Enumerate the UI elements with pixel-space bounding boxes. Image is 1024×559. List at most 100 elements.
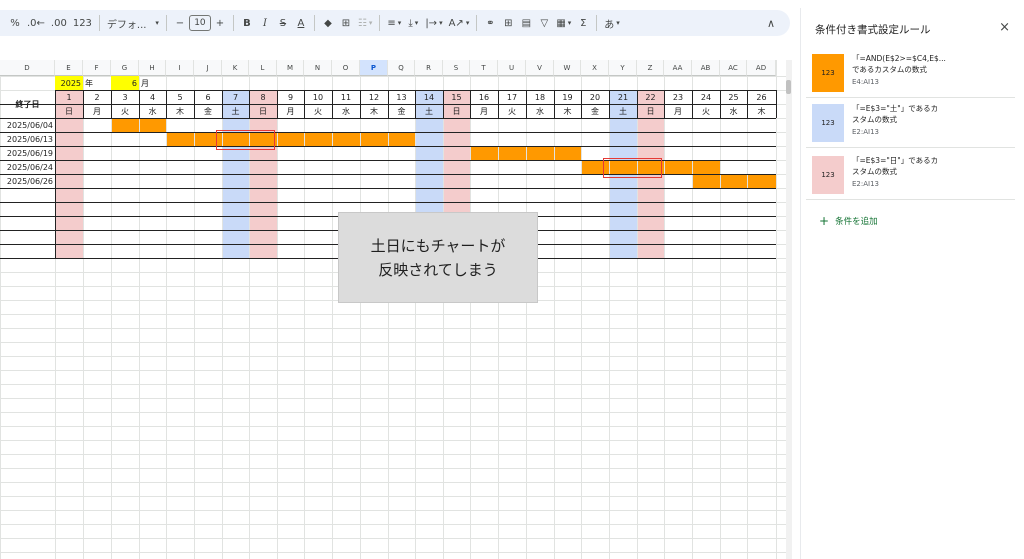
horizontal-align-icon[interactable]: ≡ ▾	[384, 13, 404, 33]
day-number-cell[interactable]: 9	[277, 90, 304, 104]
weekday-cell[interactable]: 火	[111, 104, 139, 118]
day-number-cell[interactable]: 3	[111, 90, 139, 104]
weekday-cell[interactable]: 金	[581, 104, 609, 118]
increase-font-size-button[interactable]: +	[211, 13, 229, 33]
day-number-cell[interactable]: 2	[83, 90, 111, 104]
end-date-cell[interactable]: 2025/06/19	[0, 146, 55, 160]
borders-icon[interactable]: ⊞	[337, 13, 355, 33]
column-header-m[interactable]: M	[277, 60, 304, 76]
decrease-font-size-button[interactable]: −	[171, 13, 189, 33]
insert-chart-icon[interactable]: ▤	[517, 13, 535, 33]
day-number-cell[interactable]: 25	[720, 90, 747, 104]
format-rule-card[interactable]: 123 「=E$3="日"」であるカ スタムの数式 E2:AI13	[806, 150, 1015, 200]
format-rule-card[interactable]: 123 「=AND(E$2>=$C4,E$... であるカスタムの数式 E4:AI13	[806, 48, 1015, 98]
day-number-cell[interactable]: 13	[388, 90, 415, 104]
month-cell[interactable]: 6	[111, 76, 139, 90]
day-number-cell[interactable]: 17	[498, 90, 526, 104]
text-wrap-icon[interactable]: |→ ▾	[422, 13, 445, 33]
functions-icon[interactable]: Σ	[574, 13, 592, 33]
increase-decimal-button[interactable]: .00	[48, 13, 70, 33]
weekday-cell[interactable]: 木	[360, 104, 388, 118]
day-number-cell[interactable]: 24	[692, 90, 720, 104]
sheet-grid[interactable]: D E F G H I J K L M N O P Q R S T U V W X Y Z AA AB AC AD 2025 年 6 月終了…	[0, 60, 786, 559]
column-header-ad[interactable]: AD	[747, 60, 776, 76]
column-header-h[interactable]: H	[139, 60, 166, 76]
weekday-cell[interactable]: 水	[526, 104, 554, 118]
italic-button[interactable]: I	[256, 13, 274, 33]
add-rule-button[interactable]: + 条件を追加	[819, 214, 878, 228]
text-rotation-icon[interactable]: A↗ ▾	[446, 13, 473, 33]
day-number-cell[interactable]: 22	[637, 90, 664, 104]
input-tools-button[interactable]: あ ▾	[601, 13, 623, 33]
fill-color-icon[interactable]: ◆	[319, 13, 337, 33]
day-number-cell[interactable]: 11	[332, 90, 360, 104]
column-header-aa[interactable]: AA	[664, 60, 692, 76]
day-number-cell[interactable]: 10	[304, 90, 332, 104]
bold-button[interactable]: B	[238, 13, 256, 33]
column-header-x[interactable]: X	[581, 60, 609, 76]
column-header-k[interactable]: K	[222, 60, 249, 76]
column-header-p[interactable]: P	[360, 60, 388, 76]
column-header-z[interactable]: Z	[637, 60, 664, 76]
column-header-t[interactable]: T	[470, 60, 498, 76]
column-header-ac[interactable]: AC	[720, 60, 747, 76]
weekday-cell[interactable]: 土	[222, 104, 249, 118]
day-number-cell[interactable]: 21	[609, 90, 637, 104]
vertical-align-icon[interactable]: ⤓ ▾	[404, 13, 422, 33]
column-header-w[interactable]: W	[554, 60, 581, 76]
day-number-cell[interactable]: 1	[55, 90, 83, 104]
day-number-cell[interactable]: 4	[139, 90, 166, 104]
percent-format-button[interactable]: %	[6, 13, 24, 33]
column-header-d[interactable]: D	[0, 60, 55, 76]
day-number-cell[interactable]: 6	[194, 90, 222, 104]
day-number-cell[interactable]: 14	[415, 90, 443, 104]
column-header-n[interactable]: N	[304, 60, 332, 76]
vertical-scrollbar[interactable]	[786, 60, 792, 559]
filter-views-icon[interactable]: ▦ ▾	[553, 13, 574, 33]
day-number-cell[interactable]: 23	[664, 90, 692, 104]
day-number-cell[interactable]: 12	[360, 90, 388, 104]
weekday-cell[interactable]: 日	[249, 104, 277, 118]
weekday-cell[interactable]: 金	[388, 104, 415, 118]
year-cell[interactable]: 2025	[55, 76, 83, 90]
column-header-r[interactable]: R	[415, 60, 443, 76]
font-family-select[interactable]: デフォ... ▾	[104, 13, 162, 33]
column-header-g[interactable]: G	[111, 60, 139, 76]
weekday-cell[interactable]: 月	[664, 104, 692, 118]
column-header-v[interactable]: V	[526, 60, 554, 76]
more-formats-button[interactable]: 123	[70, 13, 95, 33]
column-header-y[interactable]: Y	[609, 60, 637, 76]
end-date-cell[interactable]: 2025/06/04	[0, 118, 55, 132]
day-number-cell[interactable]: 20	[581, 90, 609, 104]
font-size-input[interactable]: 10	[188, 15, 211, 31]
day-number-cell[interactable]: 8	[249, 90, 277, 104]
weekday-cell[interactable]: 火	[304, 104, 332, 118]
weekday-cell[interactable]: 木	[166, 104, 194, 118]
weekday-cell[interactable]: 木	[747, 104, 776, 118]
end-date-cell[interactable]: 2025/06/24	[0, 160, 55, 174]
weekday-cell[interactable]: 月	[83, 104, 111, 118]
weekday-cell[interactable]: 月	[470, 104, 498, 118]
column-header-e[interactable]: E	[55, 60, 83, 76]
day-number-cell[interactable]: 16	[470, 90, 498, 104]
column-header-f[interactable]: F	[83, 60, 111, 76]
format-rule-card[interactable]: 123 「=E$3="土"」であるカ スタムの数式 E2:AI13	[806, 98, 1015, 148]
column-header-ab[interactable]: AB	[692, 60, 720, 76]
day-number-cell[interactable]: 18	[526, 90, 554, 104]
weekday-cell[interactable]: 金	[194, 104, 222, 118]
weekday-cell[interactable]: 日	[637, 104, 664, 118]
end-date-cell[interactable]: 2025/06/13	[0, 132, 55, 146]
filter-icon[interactable]: ▽	[535, 13, 553, 33]
day-number-cell[interactable]: 26	[747, 90, 776, 104]
weekday-cell[interactable]: 木	[554, 104, 581, 118]
weekday-cell[interactable]: 日	[443, 104, 470, 118]
column-header-u[interactable]: U	[498, 60, 526, 76]
column-header-s[interactable]: S	[443, 60, 470, 76]
day-number-cell[interactable]: 5	[166, 90, 194, 104]
insert-link-icon[interactable]: ⚭	[481, 13, 499, 33]
merge-cells-icon[interactable]: ☷ ▾	[355, 13, 375, 33]
column-header-i[interactable]: I	[166, 60, 194, 76]
column-header-q[interactable]: Q	[388, 60, 415, 76]
strikethrough-button[interactable]: S	[274, 13, 292, 33]
weekday-cell[interactable]: 水	[139, 104, 166, 118]
